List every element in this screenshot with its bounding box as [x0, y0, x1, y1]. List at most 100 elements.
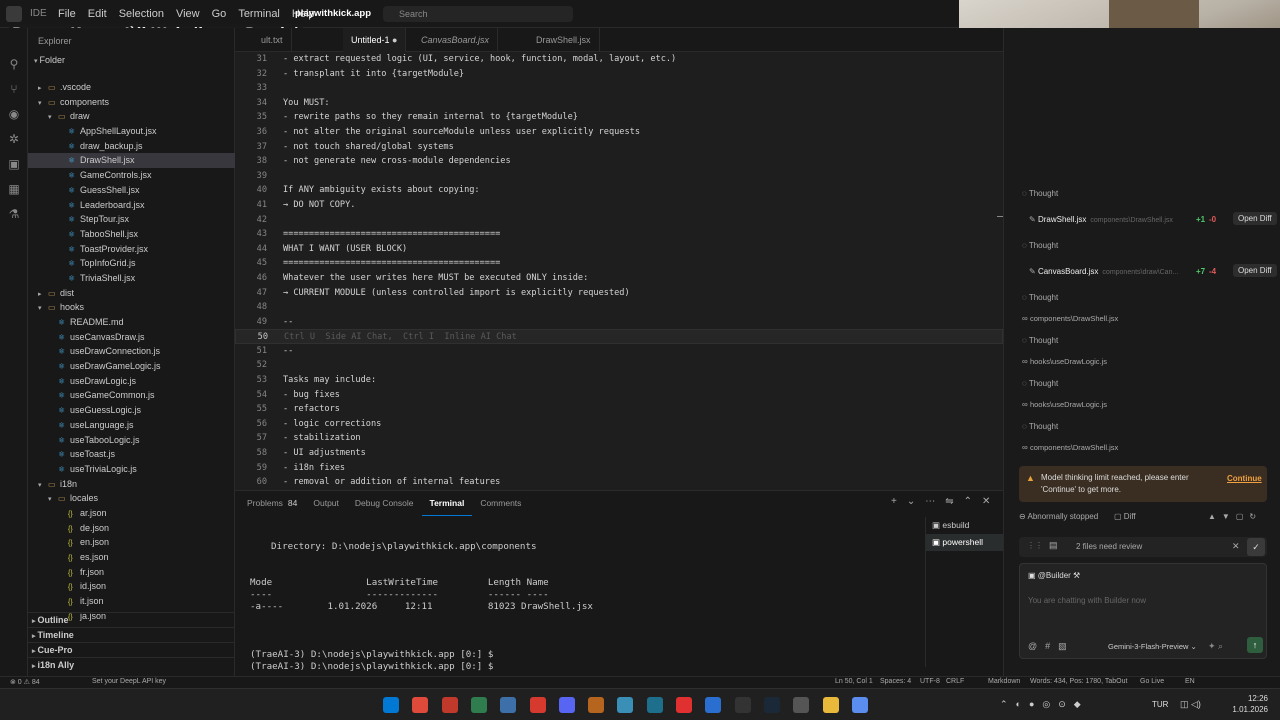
lang-status[interactable]: EN [1185, 678, 1195, 685]
taskbar-app-icon[interactable] [705, 697, 722, 713]
file-item[interactable]: {} it.json [28, 594, 235, 609]
file-item[interactable]: ⚛ useTabooLogic.js [28, 433, 235, 448]
testing-icon[interactable]: ⚗ [0, 202, 28, 227]
file-item[interactable]: ⚛ useDrawConnection.js [28, 344, 235, 359]
taskbar-app-icon[interactable] [558, 697, 575, 713]
taskbar-app-icon[interactable] [500, 697, 517, 713]
taskbar-app-icon[interactable] [851, 697, 868, 713]
folder-item[interactable]: ▾ ▭ locales [28, 491, 235, 506]
file-item[interactable]: {} es.json [28, 550, 235, 565]
taskbar-app-icon[interactable] [793, 697, 810, 713]
mic-icon[interactable]: ✦ ⌕ [1208, 641, 1223, 652]
indent-status[interactable]: Spaces: 4 [880, 678, 911, 685]
file-item[interactable]: ⚛ useGameCommon.js [28, 388, 235, 403]
unsaved-dot-icon[interactable]: ● [390, 35, 397, 45]
file-item[interactable]: ⚛ useToast.js [28, 447, 235, 462]
terminal-instance[interactable]: ▣ powershell [926, 534, 1003, 551]
folder-item[interactable]: ▾ ▭ i18n [28, 477, 235, 492]
ai-file-item[interactable]: ✎ CanvasBoard.jsx components\draw\Can... +… [1029, 264, 1277, 277]
editor-tab[interactable]: Untitled-1 ● [343, 28, 407, 52]
deepl-status[interactable]: Set your DeepL API key [92, 678, 166, 685]
debug-icon[interactable]: ✲ [0, 127, 28, 152]
ai-file-item[interactable]: ✎ DrawShell.jsx components\DrawShell.jsx +… [1029, 212, 1277, 225]
panel-tab-debug-console[interactable]: Debug Console [347, 491, 422, 515]
model-selector[interactable]: Gemini-3-Flash-Preview ⌄ [1108, 642, 1197, 651]
tray-icons[interactable]: ⌃◐●◎⊙◆ [1000, 699, 1089, 710]
open-diff-button[interactable]: Open Diff [1233, 212, 1277, 225]
taskbar-app-icon[interactable] [676, 697, 692, 713]
taskbar-app-icon[interactable] [646, 697, 663, 713]
file-item[interactable]: ⚛ ToastProvider.jsx [28, 242, 235, 257]
project-name[interactable]: playwithkick.app [295, 0, 371, 28]
folder-item[interactable]: ▾ ▭ draw [28, 109, 235, 124]
eol-status[interactable]: CRLF [946, 678, 964, 685]
continue-button[interactable]: Continue [1227, 474, 1262, 483]
file-item[interactable]: ⚛ GameControls.jsx [28, 168, 235, 183]
section-timeline[interactable]: ▸ Timeline [28, 627, 235, 642]
search-icon[interactable]: ⚲ [0, 52, 28, 77]
panel-tab-problems[interactable]: Problems 84 [239, 491, 305, 515]
go-live-button[interactable]: Go Live [1140, 678, 1164, 685]
taskbar-app-icon[interactable] [383, 697, 399, 713]
ai-link-item[interactable]: ∞ hooks\useDrawLogic.js [1022, 400, 1107, 409]
chat-tools[interactable]: @#▧ [1028, 641, 1075, 652]
close-review-icon[interactable]: ✕ [1232, 541, 1240, 552]
file-item[interactable]: ⚛ AppShellLayout.jsx [28, 124, 235, 139]
file-item[interactable]: ⚛ README.md [28, 315, 235, 330]
section-i18n-ally[interactable]: ▸ i18n Ally [28, 657, 235, 672]
accept-all-button[interactable]: ✓ [1247, 538, 1265, 556]
encoding-status[interactable]: UTF-8 [920, 678, 940, 685]
search-box[interactable]: Search [383, 6, 573, 22]
chat-input-box[interactable]: ▣ @Builder ⚒ You are chatting with Build… [1019, 563, 1267, 659]
send-button[interactable]: ↑ [1247, 637, 1263, 653]
open-diff-button[interactable]: Open Diff [1233, 264, 1277, 277]
code-area[interactable]: 31 - extract requested logic (UI, service… [235, 52, 1003, 490]
file-item[interactable]: ⚛ TabooShell.jsx [28, 227, 235, 242]
language-status[interactable]: Markdown [988, 678, 1020, 685]
section-cue-pro[interactable]: ▸ Cue-Pro [28, 642, 235, 657]
clock-date[interactable]: 1.01.2026 [1218, 705, 1268, 714]
panel-actions[interactable]: +⌄⋯⇋⌃✕ [891, 496, 1000, 507]
terminal-instance[interactable]: ▣ esbuild [926, 517, 1003, 534]
file-item[interactable]: ⚛ useDrawGameLogic.js [28, 359, 235, 374]
file-item[interactable]: ⚛ TriviaShell.jsx [28, 271, 235, 286]
folder-item[interactable]: ▾ ▭ hooks [28, 300, 235, 315]
taskbar-app-icon[interactable] [588, 697, 605, 713]
review-text[interactable]: 2 files need review [1076, 542, 1142, 551]
network-icon[interactable]: ◫ ◁) [1180, 699, 1201, 710]
file-item[interactable]: ⚛ useTriviaLogic.js [28, 462, 235, 477]
file-item[interactable]: ⚛ useCanvasDraw.js [28, 330, 235, 345]
taskbar-app-icon[interactable] [763, 697, 780, 713]
taskbar-app-icon[interactable] [470, 697, 487, 713]
file-item[interactable]: ⚛ StepTour.jsx [28, 212, 235, 227]
file-item[interactable]: {} id.json [28, 579, 235, 594]
file-item[interactable]: {} ar.json [28, 506, 235, 521]
panel-tab-comments[interactable]: Comments [472, 491, 529, 515]
section-outline[interactable]: ▸ Outline [28, 612, 235, 627]
cursor-position[interactable]: Ln 50, Col 1 [835, 678, 873, 685]
file-item[interactable]: ⚛ useGuessLogic.js [28, 403, 235, 418]
ai-link-item[interactable]: ∞ components\DrawShell.jsx [1022, 443, 1118, 452]
taskbar-app-icon[interactable] [822, 697, 839, 713]
taskbar-app-icon[interactable] [441, 697, 458, 713]
taskbar-app-icon[interactable] [617, 697, 634, 713]
folder-item[interactable]: ▸ ▭ dist [28, 286, 235, 301]
file-item[interactable]: {} de.json [28, 521, 235, 536]
ai-link-item[interactable]: ∞ hooks\useDrawLogic.js [1022, 357, 1107, 366]
panel-tab-output[interactable]: Output [305, 491, 347, 515]
feedback-actions[interactable]: ▲▼▢↻ [1208, 512, 1262, 521]
file-item[interactable]: ⚛ DrawShell.jsx [28, 153, 235, 169]
taskbar-app-icon[interactable] [412, 697, 429, 713]
problems-status[interactable]: ⊗ 0 ⚠ 84 [10, 678, 40, 686]
panel-tab-terminal[interactable]: Terminal [421, 491, 473, 516]
file-item[interactable]: ⚛ useLanguage.js [28, 418, 235, 433]
remote-icon[interactable]: ▦ [0, 177, 28, 202]
ai-link-item[interactable]: ∞ components\DrawShell.jsx [1022, 314, 1118, 323]
keyboard-lang[interactable]: TUR [1152, 700, 1168, 709]
builder-tag[interactable]: ▣ @Builder ⚒ [1028, 571, 1080, 580]
root-folder[interactable]: ▾ Folder [34, 55, 65, 65]
editor-tab[interactable]: DrawShell.jsx [528, 28, 600, 52]
editor-tab[interactable]: ult.txt [253, 28, 292, 52]
folder-item[interactable]: ▾ ▭ components [28, 95, 235, 110]
taskbar-app-icon[interactable] [734, 697, 751, 713]
